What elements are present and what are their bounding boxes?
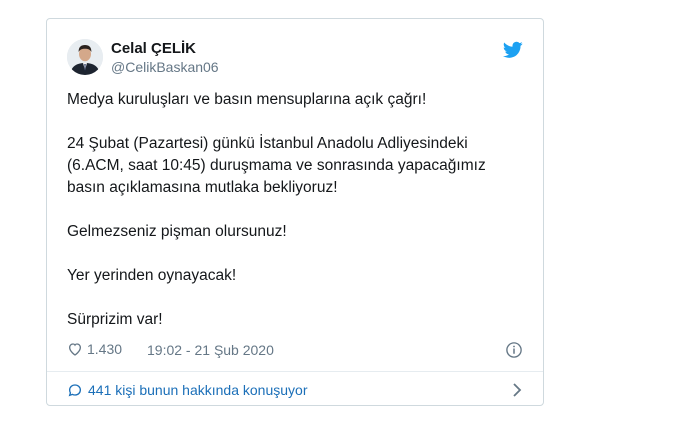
chevron-right-icon[interactable] (511, 382, 523, 398)
tweet-card: Celal ÇELİK @CelikBaskan06 Medya kuruluş… (46, 18, 544, 406)
tweet-header: Celal ÇELİK @CelikBaskan06 (67, 39, 523, 79)
like-button[interactable]: 1.430 (67, 341, 122, 357)
avatar-image (67, 39, 103, 75)
tweet-paragraph: Sürprizim var! (67, 311, 163, 328)
info-icon[interactable] (505, 341, 523, 359)
author-names: Celal ÇELİK @CelikBaskan06 (111, 40, 219, 76)
display-name[interactable]: Celal ÇELİK (111, 40, 219, 58)
tweet-paragraph: Gelmezseniz pişman olursunuz! (67, 223, 287, 240)
avatar[interactable] (67, 39, 103, 75)
twitter-bird-icon[interactable] (503, 41, 523, 59)
speech-bubble-icon (68, 384, 82, 397)
conversation-text: 441 kişi bunun hakkında konuşuyor (88, 382, 308, 398)
conversation-link[interactable]: 441 kişi bunun hakkında konuşuyor (67, 380, 523, 400)
tweet-paragraph: 24 Şubat (Pazartesi) günkü İstanbul Anad… (67, 135, 486, 196)
heart-icon (68, 343, 82, 356)
tweet-text: Medya kuruluşları ve basın mensuplarına … (67, 89, 523, 353)
divider (47, 371, 543, 372)
tweet-meta: 1.430 19:02 - 21 Şub 2020 (67, 341, 523, 361)
tweet-paragraph: Yer yerinden oynayacak! (67, 267, 237, 284)
like-count: 1.430 (87, 341, 123, 357)
tweet-paragraph: Medya kuruluşları ve basın mensuplarına … (67, 91, 427, 108)
tweet-timestamp[interactable]: 19:02 - 21 Şub 2020 (147, 342, 274, 358)
user-handle[interactable]: @CelikBaskan06 (111, 58, 219, 76)
